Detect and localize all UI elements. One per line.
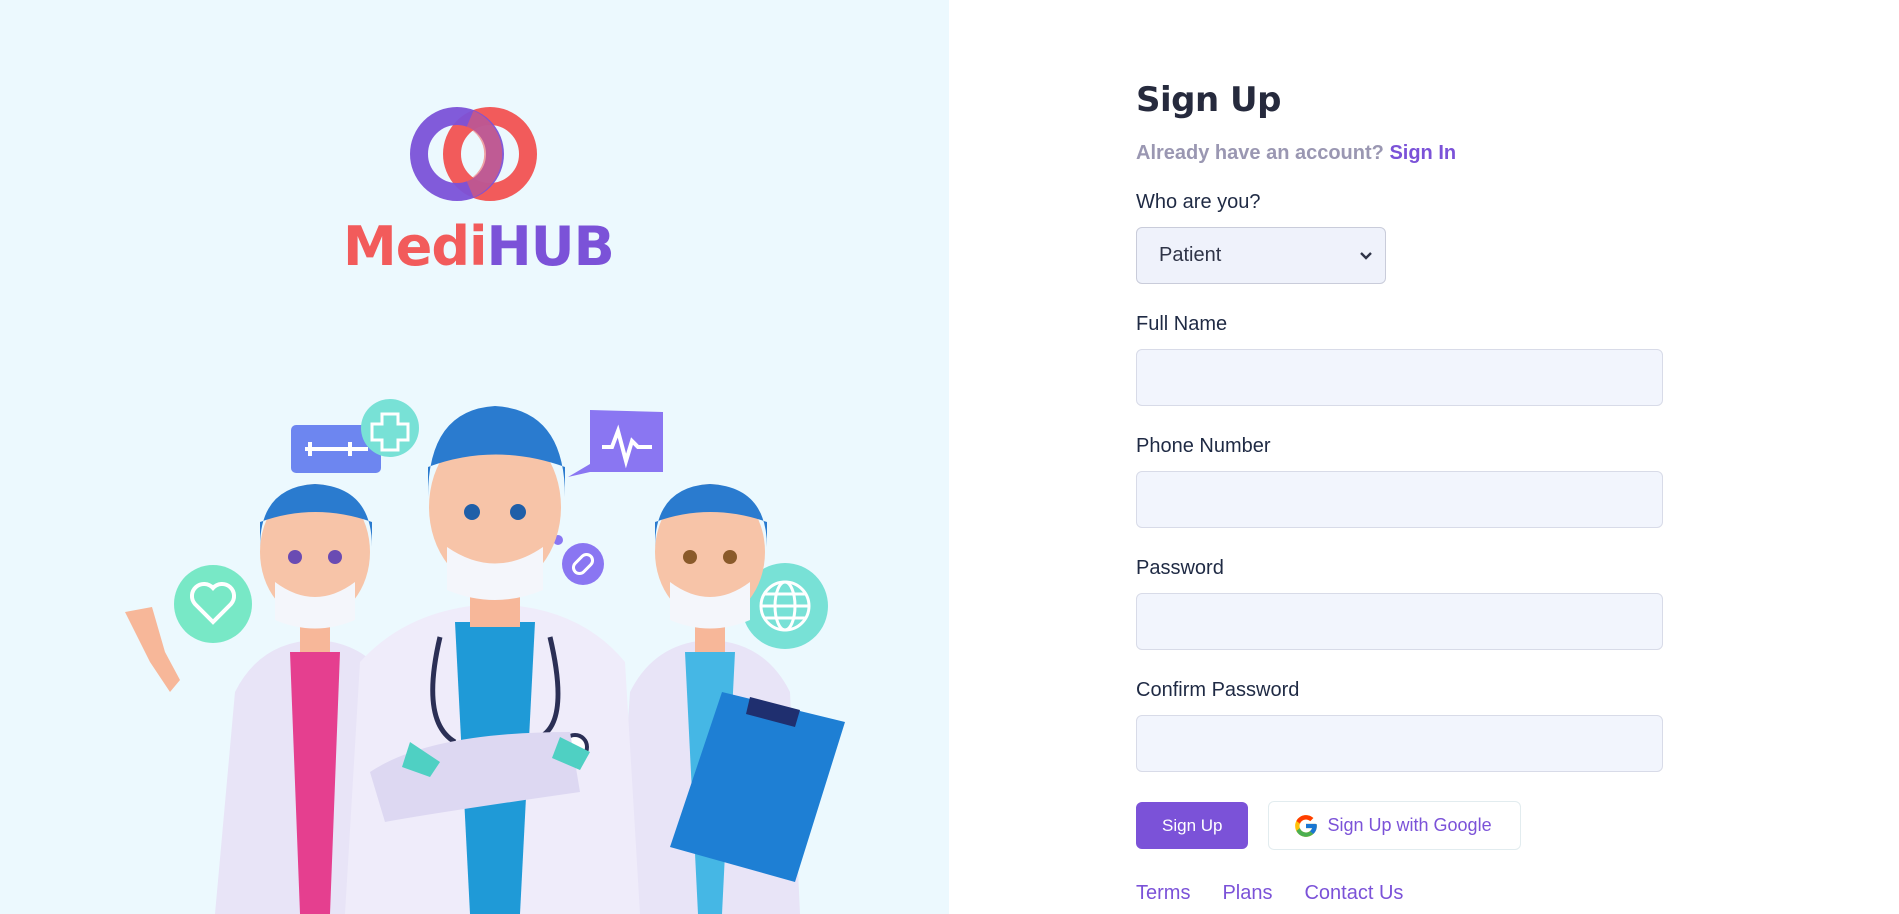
action-buttons: Sign Up Sign Up with Google — [1136, 801, 1666, 850]
password-group: Password — [1136, 557, 1666, 650]
google-sign-up-button[interactable]: Sign Up with Google — [1268, 801, 1521, 850]
google-button-label: Sign Up with Google — [1327, 815, 1492, 835]
form-panel: Sign Up Already have an account? Sign In… — [949, 0, 1899, 914]
sign-in-link[interactable]: Sign In — [1389, 142, 1456, 164]
confirm-password-group: Confirm Password — [1136, 679, 1666, 772]
brand-name-part2: HUB — [486, 215, 615, 278]
sign-up-button[interactable]: Sign Up — [1136, 802, 1249, 849]
heart-icon — [174, 565, 252, 643]
phone-input[interactable] — [1136, 471, 1663, 528]
role-group: Who are you? Patient — [1136, 191, 1666, 284]
google-icon — [1295, 814, 1318, 837]
account-prompt-line: Already have an account? Sign In — [1136, 142, 1666, 165]
doctor-right — [615, 484, 845, 914]
footer-link-contact[interactable]: Contact Us — [1304, 882, 1403, 905]
role-label: Who are you? — [1136, 191, 1261, 213]
password-input[interactable] — [1136, 593, 1663, 650]
brand-name-part1: Medi — [343, 215, 488, 278]
password-label: Password — [1136, 557, 1224, 579]
page-title: Sign Up — [1136, 80, 1281, 120]
account-prompt: Already have an account? — [1136, 142, 1384, 164]
hero-panel: MediHUB — [0, 0, 949, 914]
full-name-group: Full Name — [1136, 313, 1666, 406]
full-name-label: Full Name — [1136, 313, 1228, 335]
signup-page: MediHUB Sign Up Already have an account?… — [0, 0, 1899, 914]
footer-link-plans[interactable]: Plans — [1222, 882, 1272, 905]
heartbeat-icon — [568, 410, 663, 477]
chevron-down-icon — [1360, 251, 1372, 260]
phone-group: Phone Number — [1136, 435, 1666, 528]
medical-cross-icon — [361, 399, 419, 457]
doctor-center — [345, 406, 640, 914]
signup-form: Sign Up Already have an account? Sign In… — [1136, 80, 1666, 905]
full-name-input[interactable] — [1136, 349, 1663, 406]
confirm-password-label: Confirm Password — [1136, 679, 1300, 701]
phone-label: Phone Number — [1136, 435, 1271, 457]
footer-links: Terms Plans Contact Us — [1136, 882, 1666, 905]
doctors-illustration — [125, 399, 845, 914]
role-select[interactable]: Patient — [1136, 227, 1386, 284]
role-select-value: Patient — [1159, 244, 1222, 266]
footer-link-terms[interactable]: Terms — [1136, 882, 1190, 905]
confirm-password-input[interactable] — [1136, 715, 1663, 772]
pill-icon — [562, 543, 604, 585]
brand-wordmark: MediHUB — [343, 220, 615, 274]
logo-rings-icon — [410, 107, 537, 201]
brand-logo: MediHUB — [343, 100, 615, 290]
